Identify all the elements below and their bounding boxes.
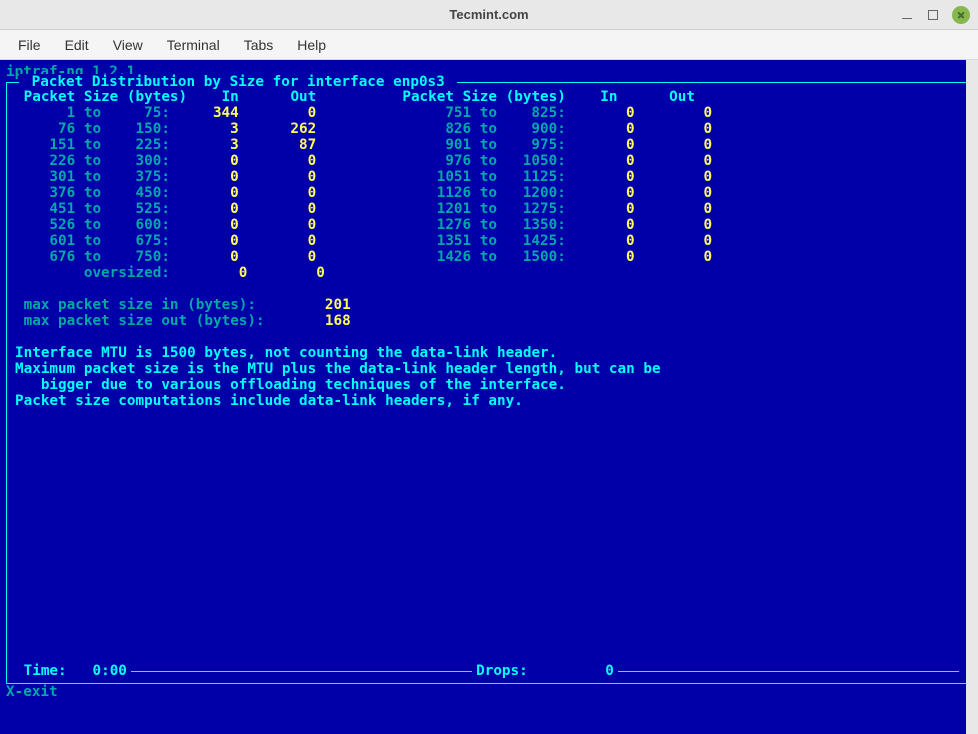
data-rows: 1 to 75: 344 0 751 to 825: 0 0 76 to 150… xyxy=(15,105,963,265)
drops-label: Drops: xyxy=(476,663,528,679)
data-row: 76 to 150: 3 262 826 to 900: 0 0 xyxy=(15,121,963,137)
menu-help[interactable]: Help xyxy=(287,33,336,57)
data-row: 1 to 75: 344 0 751 to 825: 0 0 xyxy=(15,105,963,121)
oversized-row: oversized:00 xyxy=(15,265,963,281)
info-line-1: Interface MTU is 1500 bytes, not countin… xyxy=(15,345,963,361)
exit-hint: X-exit xyxy=(6,684,972,700)
minimize-button[interactable] xyxy=(900,8,914,22)
status-bar: Time: 0:00 Drops: 0 xyxy=(15,663,963,679)
status-divider-1 xyxy=(131,671,472,672)
blank-area xyxy=(15,409,963,659)
menu-bar: File Edit View Terminal Tabs Help xyxy=(0,30,978,60)
data-row: 151 to 225: 3 87 901 to 975: 0 0 xyxy=(15,137,963,153)
data-row: 301 to 375: 0 0 1051 to 1125: 0 0 xyxy=(15,169,963,185)
scrollbar[interactable] xyxy=(966,60,978,734)
menu-file[interactable]: File xyxy=(8,33,51,57)
close-button[interactable] xyxy=(952,6,970,24)
window-controls xyxy=(900,0,970,30)
menu-terminal[interactable]: Terminal xyxy=(157,33,230,57)
menu-tabs[interactable]: Tabs xyxy=(234,33,284,57)
status-divider-2 xyxy=(618,671,959,672)
data-row: 601 to 675: 0 0 1351 to 1425: 0 0 xyxy=(15,233,963,249)
max-in-line: max packet size in (bytes):201 xyxy=(15,297,963,313)
info-line-3: bigger due to various offloading techniq… xyxy=(15,377,963,393)
maximize-button[interactable] xyxy=(928,10,938,20)
terminal-area[interactable]: iptraf-ng 1.2.1 Packet Distribution by S… xyxy=(0,60,978,734)
max-out-line: max packet size out (bytes):168 xyxy=(15,313,963,329)
menu-view[interactable]: View xyxy=(103,33,153,57)
info-line-2: Maximum packet size is the MTU plus the … xyxy=(15,361,963,377)
data-row: 526 to 600: 0 0 1276 to 1350: 0 0 xyxy=(15,217,963,233)
data-row: 226 to 300: 0 0 976 to 1050: 0 0 xyxy=(15,153,963,169)
data-row: 676 to 750: 0 0 1426 to 1500: 0 0 xyxy=(15,249,963,265)
data-row: 376 to 450: 0 0 1126 to 1200: 0 0 xyxy=(15,185,963,201)
time-value: 0:00 xyxy=(92,663,126,679)
box-title: Packet Distribution by Size for interfac… xyxy=(19,74,457,90)
data-row: 451 to 525: 0 0 1201 to 1275: 0 0 xyxy=(15,201,963,217)
drops-value: 0 xyxy=(528,663,614,679)
window-titlebar: Tecmint.com xyxy=(0,0,978,30)
distribution-box: Packet Distribution by Size for interfac… xyxy=(6,82,972,684)
menu-edit[interactable]: Edit xyxy=(55,33,99,57)
window-title-text: Tecmint.com xyxy=(449,7,528,22)
time-label: Time: xyxy=(24,663,67,679)
column-headers: Packet Size (bytes) In Out Packet Size (… xyxy=(15,89,963,105)
info-line-4: Packet size computations include data-li… xyxy=(15,393,963,409)
